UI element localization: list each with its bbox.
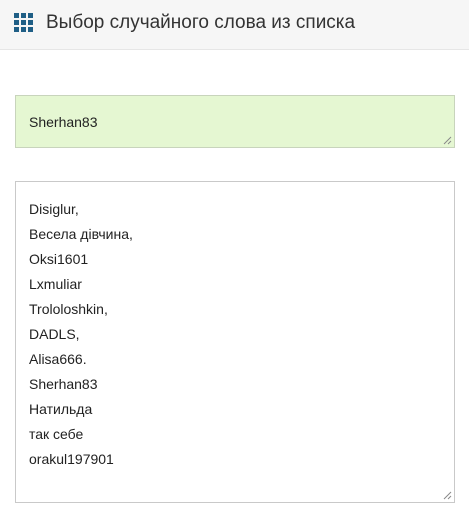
- list-item: DADLS,: [29, 326, 80, 342]
- result-field[interactable]: Sherhan83: [15, 95, 455, 148]
- resize-handle-icon[interactable]: [443, 136, 452, 145]
- list-item: так себе: [29, 426, 84, 442]
- list-item: Disiglur,: [29, 201, 79, 217]
- list-item: Trololoshkin,: [29, 301, 108, 317]
- list-item: Lxmuliar: [29, 276, 82, 292]
- grid-icon: [14, 13, 34, 33]
- app-header: Выбор случайного слова из списка: [0, 0, 469, 50]
- list-item: Oksi1601: [29, 251, 89, 267]
- result-value: Sherhan83: [29, 114, 98, 130]
- list-item: Alisa666.: [29, 351, 87, 367]
- list-item: Весела дівчина,: [29, 226, 133, 242]
- list-item: Натильда: [29, 401, 93, 417]
- page-title: Выбор случайного слова из списка: [46, 12, 356, 33]
- resize-handle-icon[interactable]: [443, 491, 452, 500]
- list-item: Sherhan83: [29, 376, 98, 392]
- word-list-input[interactable]: Disiglur, Весела дівчина, Oksi1601 Lxmul…: [15, 181, 455, 503]
- list-item: orakul197901: [29, 451, 114, 467]
